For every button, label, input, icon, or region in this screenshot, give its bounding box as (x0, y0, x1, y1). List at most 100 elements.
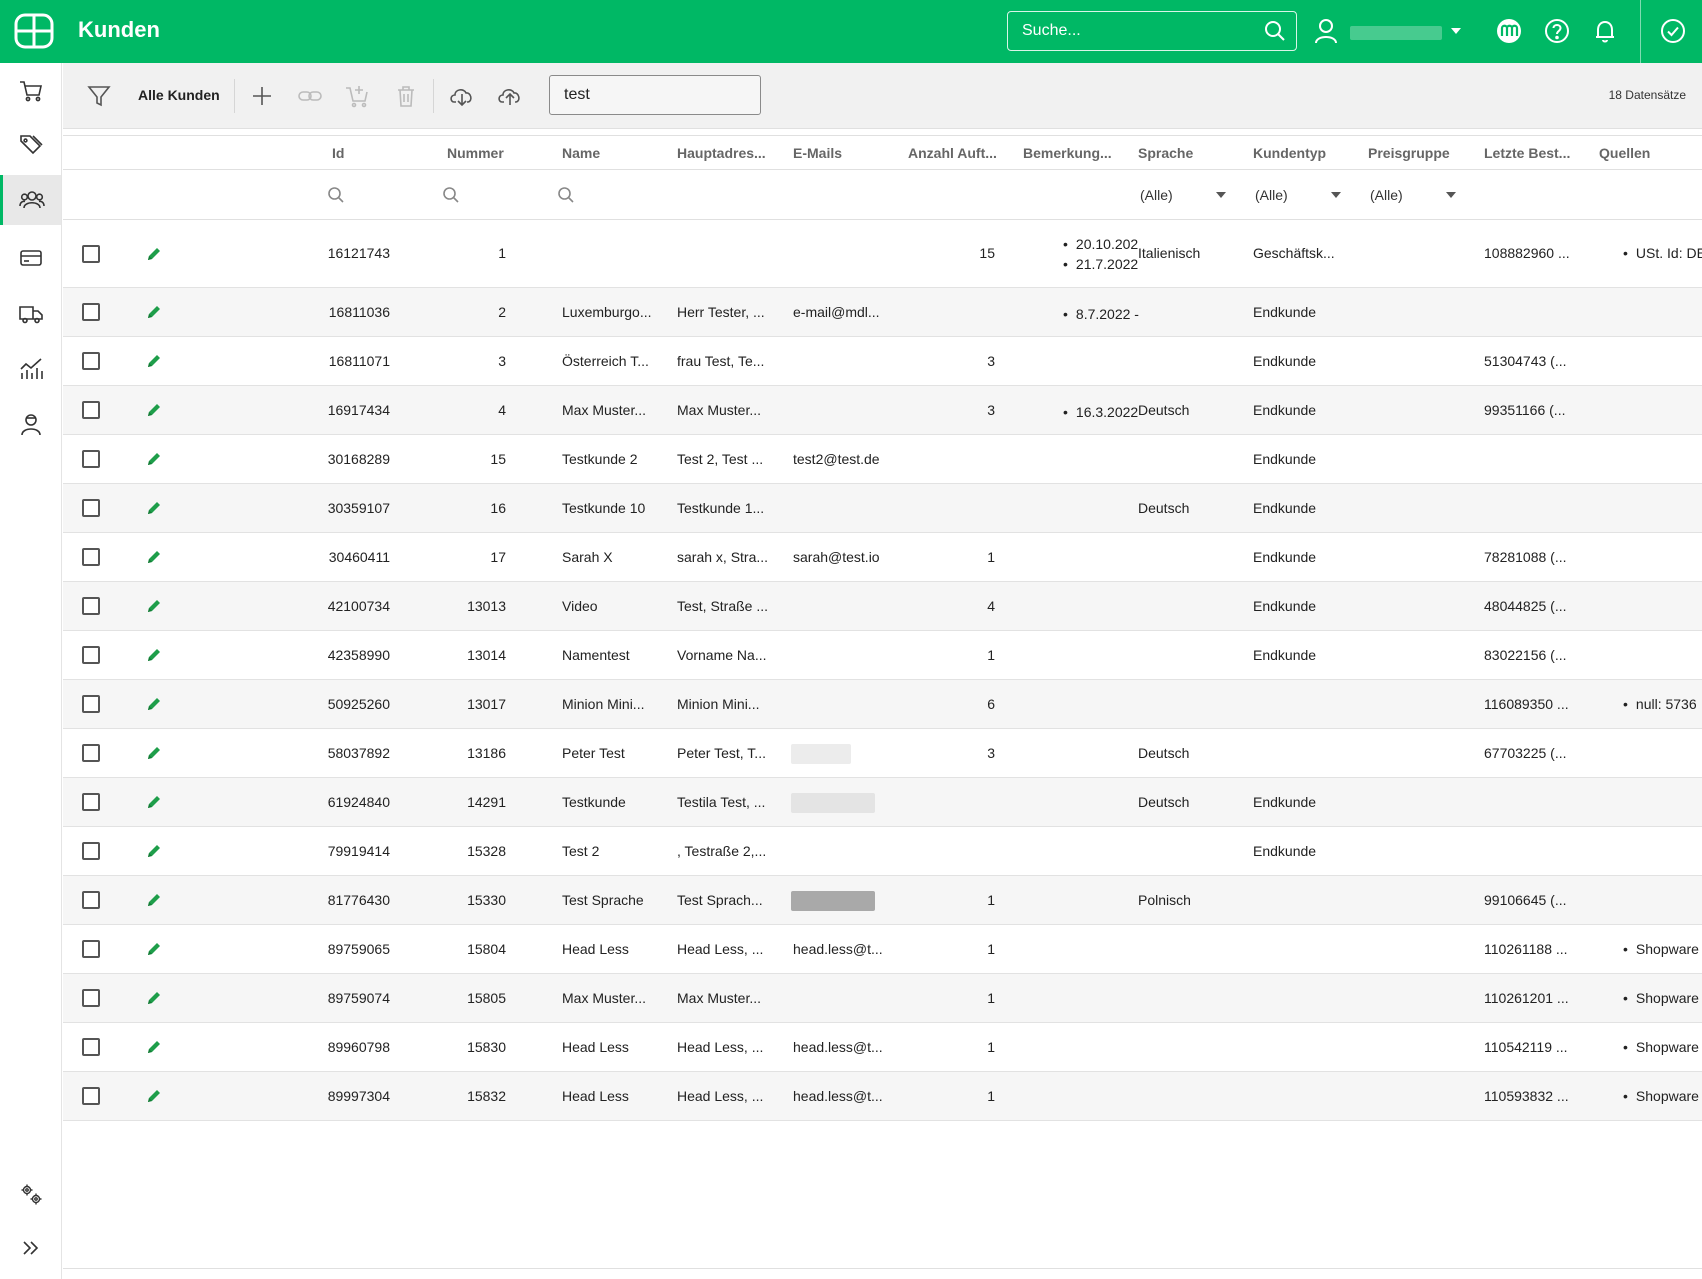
table-row[interactable]: 50925260 13017 Minion Mini... Minion Mini..… (63, 680, 1702, 729)
row-checkbox[interactable] (82, 303, 100, 321)
edit-icon[interactable] (145, 303, 163, 321)
row-checkbox[interactable] (82, 450, 100, 468)
table-row[interactable]: 61924840 14291 Testkunde Testila Test, ... D… (63, 778, 1702, 827)
search-icon[interactable] (1264, 20, 1286, 42)
sprache-filter-select[interactable]: (Alle) (1138, 180, 1227, 210)
row-checkbox[interactable] (82, 793, 100, 811)
table-row[interactable]: 79919414 15328 Test 2 , Testraße 2,... Endku… (63, 827, 1702, 876)
edit-icon[interactable] (145, 548, 163, 566)
edit-icon[interactable] (145, 744, 163, 762)
row-checkbox[interactable] (82, 695, 100, 713)
row-checkbox[interactable] (82, 1087, 100, 1105)
table-row[interactable]: 30460411 17 Sarah X sarah x, Stra... sarah@t… (63, 533, 1702, 582)
edit-icon[interactable] (145, 646, 163, 664)
user-name-redacted[interactable] (1350, 26, 1442, 40)
edit-icon[interactable] (145, 352, 163, 370)
row-checkbox[interactable] (82, 401, 100, 419)
col-header-name[interactable]: Name (562, 145, 600, 161)
sidebar-item-payments[interactable] (0, 233, 61, 283)
edit-icon[interactable] (145, 891, 163, 909)
edit-icon[interactable] (145, 1038, 163, 1056)
edit-icon[interactable] (145, 989, 163, 1007)
row-checkbox[interactable] (82, 548, 100, 566)
sidebar-item-statistics[interactable] (0, 344, 61, 394)
search-icon[interactable] (442, 186, 460, 204)
global-search[interactable] (1007, 11, 1297, 51)
quick-filter[interactable] (549, 75, 761, 115)
link-icon[interactable] (296, 82, 324, 110)
edit-icon[interactable] (145, 695, 163, 713)
sidebar-item-customers[interactable] (0, 175, 61, 225)
bell-icon[interactable] (1592, 18, 1618, 44)
search-icon[interactable] (327, 186, 345, 204)
table-row[interactable]: 42100734 13013 Video Test, Straße ... 4 Endku… (63, 582, 1702, 631)
quick-filter-input[interactable] (550, 76, 760, 114)
chevron-down-icon[interactable] (1450, 26, 1462, 36)
edit-icon[interactable] (145, 245, 163, 263)
row-checkbox[interactable] (82, 245, 100, 263)
col-header-preisgruppe[interactable]: Preisgruppe (1368, 145, 1450, 161)
row-checkbox[interactable] (82, 891, 100, 909)
check-circle-icon[interactable] (1660, 18, 1686, 44)
edit-icon[interactable] (145, 940, 163, 958)
col-header-nummer[interactable]: Nummer (447, 145, 504, 161)
table-row[interactable]: 16811071 3 Österreich T... frau Test, Te...… (63, 337, 1702, 386)
marketplace-icon[interactable] (1496, 18, 1522, 44)
sidebar-item-orders[interactable] (0, 66, 61, 116)
col-header-emails[interactable]: E-Mails (793, 145, 842, 161)
col-header-sprache[interactable]: Sprache (1138, 145, 1193, 161)
sidebar-item-employees[interactable] (0, 399, 61, 449)
logo-icon[interactable] (14, 13, 54, 49)
table-row[interactable]: 58037892 13186 Peter Test Peter Test, T... 3… (63, 729, 1702, 778)
row-checkbox[interactable] (82, 842, 100, 860)
table-row[interactable]: 81776430 15330 Test Sprache Test Sprach... 1… (63, 876, 1702, 925)
table-row[interactable]: 89960798 15830 Head Less Head Less, ... head… (63, 1023, 1702, 1072)
table-row[interactable]: 42358990 13014 Namentest Vorname Na... 1 Endk… (63, 631, 1702, 680)
table-row[interactable]: 89759074 15805 Max Muster... Max Muster... 1… (63, 974, 1702, 1023)
table-row[interactable]: 30168289 15 Testkunde 2 Test 2, Test ... tes… (63, 435, 1702, 484)
col-header-quellen[interactable]: Quellen (1599, 145, 1650, 161)
filter-preset-label[interactable]: Alle Kunden (138, 87, 220, 103)
row-checkbox[interactable] (82, 1038, 100, 1056)
table-row[interactable]: 1612174311520.10.20221.7.2022Italienisch… (63, 220, 1702, 288)
sidebar-item-articles[interactable] (0, 120, 61, 170)
search-icon[interactable] (557, 186, 575, 204)
col-header-hauptadresse[interactable]: Hauptadres... (677, 145, 771, 161)
cloud-download-icon[interactable] (448, 82, 476, 110)
row-checkbox[interactable] (82, 940, 100, 958)
sidebar-expand-button[interactable] (0, 1223, 61, 1273)
sidebar-item-shipping[interactable] (0, 289, 61, 339)
delete-icon[interactable] (392, 82, 420, 110)
row-checkbox[interactable] (82, 989, 100, 1007)
col-header-kundentyp[interactable]: Kundentyp (1253, 145, 1326, 161)
edit-icon[interactable] (145, 1087, 163, 1105)
table-row[interactable]: 89997304 15832 Head Less Head Less, ... head… (63, 1072, 1702, 1121)
row-checkbox[interactable] (82, 646, 100, 664)
edit-icon[interactable] (145, 499, 163, 517)
kundentyp-filter-select[interactable]: (Alle) (1253, 180, 1342, 210)
col-header-id[interactable]: Id (332, 145, 344, 161)
search-input[interactable] (1008, 12, 1253, 50)
row-checkbox[interactable] (82, 744, 100, 762)
table-row[interactable]: 169174344Max Muster...Max Muster...316.3… (63, 386, 1702, 435)
col-header-bemerkung[interactable]: Bemerkung... (1023, 145, 1118, 161)
edit-icon[interactable] (145, 450, 163, 468)
edit-icon[interactable] (145, 401, 163, 419)
add-to-cart-icon[interactable] (344, 82, 372, 110)
edit-icon[interactable] (145, 793, 163, 811)
cloud-upload-icon[interactable] (496, 82, 524, 110)
edit-icon[interactable] (145, 842, 163, 860)
user-icon[interactable] (1314, 18, 1338, 44)
col-header-letzte-bestellung[interactable]: Letzte Best... (1484, 145, 1579, 161)
row-checkbox[interactable] (82, 352, 100, 370)
filter-icon[interactable] (85, 82, 113, 110)
sidebar-item-settings[interactable] (0, 1169, 61, 1219)
preisgruppe-filter-select[interactable]: (Alle) (1368, 180, 1457, 210)
table-row[interactable]: 89759065 15804 Head Less Head Less, ... head… (63, 925, 1702, 974)
col-header-anzahl-auftraege[interactable]: Anzahl Auft... (908, 145, 1003, 161)
table-row[interactable]: 16811036 2 Luxemburgo... Herr Tester, ... e-… (63, 288, 1702, 337)
help-icon[interactable] (1544, 18, 1570, 44)
row-checkbox[interactable] (82, 499, 100, 517)
add-icon[interactable] (248, 82, 276, 110)
edit-icon[interactable] (145, 597, 163, 615)
